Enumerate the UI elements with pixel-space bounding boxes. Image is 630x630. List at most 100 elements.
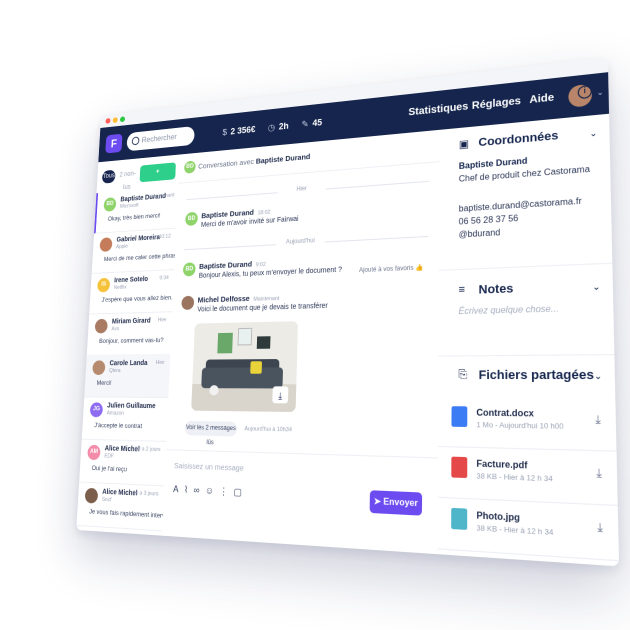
conversation-avatar: BD [103,197,117,212]
file-type-icon [451,507,468,530]
emoji-icon[interactable]: ☺ [205,485,220,496]
conversation-msg: Merci de me caler cette phrase [103,252,180,264]
chevron-down-icon[interactable]: ⌄ [589,128,597,139]
trash-icon[interactable]: ▢ [233,486,247,497]
chevron-down-icon[interactable]: ⌄ [594,371,603,382]
chat-header-prefix: Conversation avec [198,157,255,171]
conversation-avatar [99,237,113,253]
app-logo[interactable]: F [105,133,123,154]
conversation-msg: Okay, très bien merci! [107,212,161,223]
close-dot[interactable] [105,117,111,124]
menu-statistiques[interactable]: Statistiques [408,88,468,133]
message-text: Voici le document que je devais te trans… [197,302,328,314]
section-notes: ≡ Notes ⌄ Écrivez quelque chose... [438,262,615,357]
search-icon [131,136,140,146]
chevron-down-icon[interactable]: ⌄ [592,282,600,293]
link-icon[interactable]: ∞ [193,485,205,496]
conversation-msg: Merci! [96,379,112,387]
separator-today: Aujourd'hui [184,232,428,252]
conversation-item[interactable]: JG Julien Guillaume Amazon J'accepte le con… [81,396,169,442]
sofa-photo: ⤓ [191,321,299,413]
message-author-name: Michel Delfosse [197,293,250,305]
conversation-company: Avs [111,326,120,333]
filter-all[interactable]: Tous [101,169,116,184]
file-item[interactable]: Photo.jpg 38 KB - Hier à 12 h 34 ⤓ [437,496,619,562]
contact-avatar: BD [184,160,196,174]
download-icon[interactable]: ⤓ [595,414,601,427]
minimize-dot[interactable] [112,117,118,124]
stat-messages-value: 45 [312,117,323,129]
contact-card-icon: ▣ [458,138,470,152]
message-author: Baptiste Durand 9:02 [198,259,266,271]
message-time: Maintenant [253,295,280,303]
conversation-company: Sncf [101,496,112,504]
conversation-name: Miriam Girard [111,317,151,326]
file-item[interactable]: Contrat.docx 1 Mo - Aujourd'hui 10 h00 ⤓ [437,395,617,452]
section-title: Notes [478,282,514,297]
dollar-icon: $ [222,127,228,138]
search-input[interactable]: Rechercher [126,125,195,152]
conversation-time: il y a 3 jours [132,490,159,498]
composer: Saisissez un message A⌇∞☺⋮▢ ➤ Envoyer [162,449,438,529]
conversation-msg: J'espère que vous allez bien... [101,294,177,304]
separator-yesterday: Hier [186,177,429,201]
conversation-time: Hier [157,317,167,324]
message-author: Michel Delfosse Maintenant [198,293,280,305]
conversation-item[interactable]: Miriam Girard Avs Hier Bonjour, comment vas… [86,311,173,356]
conversation-item[interactable]: IS Irene Sotelo Netflix 9:34 J'espère que vo… [89,269,177,315]
conversation-company: Qlera [108,368,121,375]
conversation-avatar [92,360,106,376]
message-time: 9:02 [255,261,266,269]
details-panel: i ▣ Coordonnées ⌄ Baptiste Durand Chef d… [437,84,620,567]
stat-revenue: $2 356€ [222,111,256,151]
section-files: ⎘ Fichiers partagées ⌄ [438,354,615,397]
composer-toolbar: A⌇∞☺⋮▢ [173,484,248,499]
file-name: Photo.jpg [476,510,520,524]
conversation-item[interactable]: Alice Michel Sncf il y a 3 jours Je vous fa… [76,481,193,532]
maximize-dot[interactable] [119,116,126,123]
download-icon[interactable]: ⤓ [596,467,602,481]
contact-handle: @bdurand [458,227,501,240]
conversation-item[interactable]: Carole Landa Qlera Hier Merci! [84,353,171,399]
more-icon[interactable]: ⋮ [219,486,234,497]
svg-text:⤓: ⤓ [278,391,282,402]
file-name: Contrat.docx [476,407,534,419]
photo-attachment[interactable]: ⤓ [191,321,299,413]
notes-icon: ≡ [458,284,465,297]
contact-email[interactable]: baptiste.durand@castorama.fr [459,196,582,214]
file-type-icon [451,456,468,479]
menu-aide[interactable]: Aide [529,78,554,121]
stat-messages: ✎ 45 [301,104,323,143]
message-author-name: Baptiste Durand [198,259,253,271]
section-coordonnees: ▣ Coordonnées ⌄ Baptiste Durand Chef de … [438,113,613,271]
conversation-time: 9:34 [159,275,169,282]
conversation-item[interactable]: BD Baptiste Durand Microsoft Maintenant Okay… [94,186,180,234]
conversation-company: Apple [115,243,128,251]
stat-time: ◷ 2h [267,107,289,146]
chevron-down-icon[interactable]: ⌄ [597,88,604,97]
conversation-item[interactable]: AM Alice Michel EDF il y a 2 jours Oui je l'… [79,438,167,487]
file-meta: 1 Mo - Aujourd'hui 10 h00 [476,421,564,432]
conversation-company: Microsoft [119,202,139,210]
download-icon[interactable]: ⤓ [597,521,603,535]
new-conversation-button[interactable]: + Conversation [139,162,177,193]
message-avatar [181,295,195,310]
file-meta: 38 KB - Hier à 12 h 34 [476,472,553,484]
conversation-item[interactable]: Gabriel Moreira Apple 10:12 Merci de me cal… [91,227,180,274]
see-more-time: Aujourd'hui à 10h34 [244,426,292,434]
message-input[interactable]: Saisissez un message [174,461,244,473]
conversation-msg: Oui je l'ai reçu [91,464,128,474]
see-more-button[interactable]: Voir les 2 messages lûs [184,420,238,446]
conversation-time: 10:12 [158,233,171,241]
conversation-msg: J'accepte le contrat [94,422,143,431]
menu-reglages[interactable]: Réglages [472,82,521,127]
contact-phone[interactable]: 06 56 28 37 56 [459,213,519,226]
conversation-name: Irene Sotelo [114,276,149,285]
conversation-name: Julien Guillaume [106,402,156,411]
send-button[interactable]: ➤ Envoyer [369,490,423,516]
notes-input[interactable]: Écrivez quelque chose... [458,304,558,317]
text-format-icon[interactable]: A [173,484,184,495]
message-time: 18:02 [257,209,271,217]
chat-header-name[interactable]: Baptiste Durand [256,152,311,166]
conversation-time: Maintenant [150,192,175,201]
